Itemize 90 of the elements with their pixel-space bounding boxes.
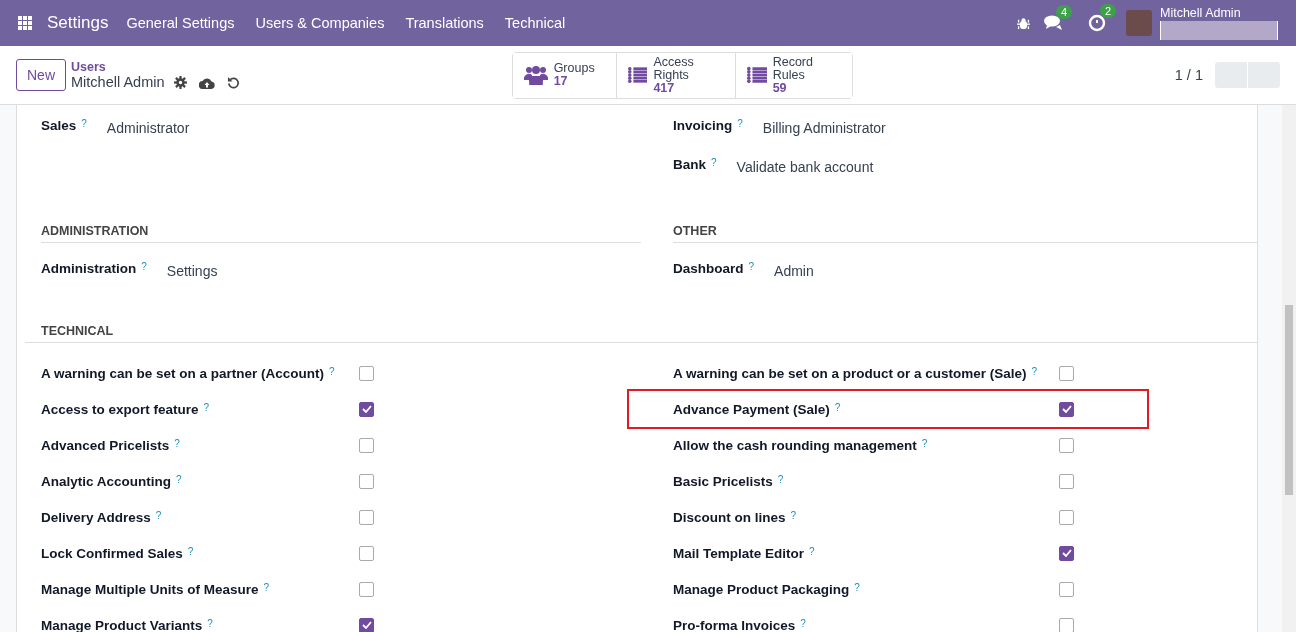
- checkbox[interactable]: [359, 617, 374, 632]
- field-label: Analytic Accounting: [41, 473, 171, 489]
- users-icon: [523, 65, 548, 85]
- user-name[interactable]: Mitchell Admin: [1160, 6, 1278, 20]
- help-tooltip[interactable]: ?: [1031, 365, 1038, 377]
- list-icon: [746, 66, 767, 84]
- checkbox[interactable]: [1059, 401, 1074, 417]
- field-label: Lock Confirmed Sales: [41, 545, 183, 561]
- field-label: A warning can be set on a partner (Account): [41, 365, 325, 381]
- field-label: Discount on lines: [673, 509, 786, 525]
- checkbox[interactable]: [359, 473, 374, 489]
- field-label: Delivery Address: [41, 509, 151, 525]
- checkbox[interactable]: [1059, 365, 1074, 381]
- help-tooltip[interactable]: ?: [207, 617, 213, 629]
- undo-icon[interactable]: [226, 76, 240, 89]
- section-title: TECHNICAL: [25, 324, 1257, 343]
- list-icon: [627, 66, 648, 84]
- apps-grid-icon[interactable]: [18, 15, 33, 31]
- field-label: Manage Multiple Units of Measure: [41, 581, 259, 597]
- help-tooltip[interactable]: ?: [790, 509, 797, 521]
- field-value[interactable]: Settings: [166, 263, 218, 279]
- help-tooltip[interactable]: ?: [809, 545, 815, 557]
- field-label: Advance Payment (Sale): [673, 401, 830, 417]
- field-value[interactable]: Billing Administrator: [762, 120, 886, 136]
- app-title[interactable]: Settings: [47, 13, 109, 33]
- field-value[interactable]: Admin: [774, 263, 814, 279]
- help-tooltip[interactable]: ?: [329, 365, 335, 377]
- pager-text: 1 / 1: [1174, 67, 1203, 83]
- field-label: Sales: [41, 118, 77, 133]
- checkbox[interactable]: [1059, 437, 1074, 453]
- settings-icon[interactable]: [173, 76, 187, 89]
- help-tooltip[interactable]: ?: [800, 617, 806, 629]
- bug-icon[interactable]: [1017, 16, 1030, 30]
- cloud-upload-icon[interactable]: [198, 76, 215, 89]
- field-label: Manage Product Variants: [41, 617, 203, 632]
- field-label: Bank: [673, 157, 706, 172]
- menu-item[interactable]: Translations: [405, 15, 484, 31]
- help-tooltip[interactable]: ?: [141, 261, 147, 272]
- checkbox[interactable]: [359, 437, 374, 453]
- menu-item[interactable]: Users & Companies: [255, 15, 385, 31]
- menu-item[interactable]: Technical: [504, 15, 566, 31]
- field-value[interactable]: Administrator: [106, 120, 190, 136]
- checkbox[interactable]: [1059, 545, 1074, 561]
- record-name: Mitchell Admin: [71, 75, 165, 90]
- field-label: Manage Product Packaging: [673, 581, 850, 597]
- help-tooltip[interactable]: ?: [737, 118, 743, 129]
- field-label: Pro-forma Invoices: [673, 617, 796, 632]
- checkbox[interactable]: [359, 581, 374, 597]
- help-tooltip[interactable]: ?: [854, 581, 860, 593]
- smart-button[interactable]: Groups 17: [512, 52, 617, 98]
- clock-icon[interactable]: [1088, 14, 1106, 32]
- help-tooltip[interactable]: ?: [203, 401, 210, 413]
- message-count-badge: 4: [1056, 5, 1073, 19]
- field-label: Invoicing: [673, 118, 733, 133]
- help-tooltip[interactable]: ?: [921, 437, 928, 449]
- new-button[interactable]: New: [16, 59, 66, 91]
- menu-item[interactable]: General Settings: [126, 15, 235, 31]
- chat-icon[interactable]: [1044, 15, 1064, 31]
- checkbox[interactable]: [359, 545, 374, 561]
- help-tooltip[interactable]: ?: [81, 118, 87, 129]
- field-label: Dashboard: [673, 261, 744, 276]
- help-tooltip[interactable]: ?: [777, 473, 784, 485]
- help-tooltip[interactable]: ?: [155, 509, 162, 521]
- breadcrumb-link[interactable]: Users: [71, 60, 240, 75]
- checkbox[interactable]: [1059, 473, 1074, 489]
- field-label: Mail Template Editor: [673, 545, 805, 561]
- help-tooltip[interactable]: ?: [174, 437, 180, 449]
- help-tooltip[interactable]: ?: [176, 473, 182, 485]
- checkbox[interactable]: [1059, 581, 1074, 597]
- section-title: ADMINISTRATION: [41, 224, 641, 243]
- field-label: Basic Pricelists: [673, 473, 773, 489]
- section-title: OTHER: [673, 224, 1257, 243]
- help-tooltip[interactable]: ?: [711, 157, 717, 168]
- activity-count-badge: 2: [1100, 4, 1117, 18]
- checkbox[interactable]: [1059, 617, 1074, 632]
- help-tooltip[interactable]: ?: [834, 401, 841, 413]
- help-tooltip[interactable]: ?: [263, 581, 270, 593]
- checkbox[interactable]: [1059, 509, 1074, 525]
- checkbox[interactable]: [359, 365, 374, 381]
- scrollbar[interactable]: [1282, 105, 1296, 632]
- field-label: Administration: [41, 261, 137, 276]
- help-tooltip[interactable]: ?: [748, 261, 755, 272]
- checkbox[interactable]: [359, 509, 374, 525]
- field-label: Advanced Pricelists: [41, 437, 170, 453]
- field-label: Access to export feature: [41, 401, 199, 417]
- field-value[interactable]: Validate bank account: [736, 159, 874, 175]
- help-tooltip[interactable]: ?: [187, 545, 194, 557]
- field-label: A warning can be set on a product or a customer (Sale): [673, 365, 1027, 381]
- checkbox[interactable]: [359, 401, 374, 417]
- field-label: Allow the cash rounding management: [673, 437, 917, 453]
